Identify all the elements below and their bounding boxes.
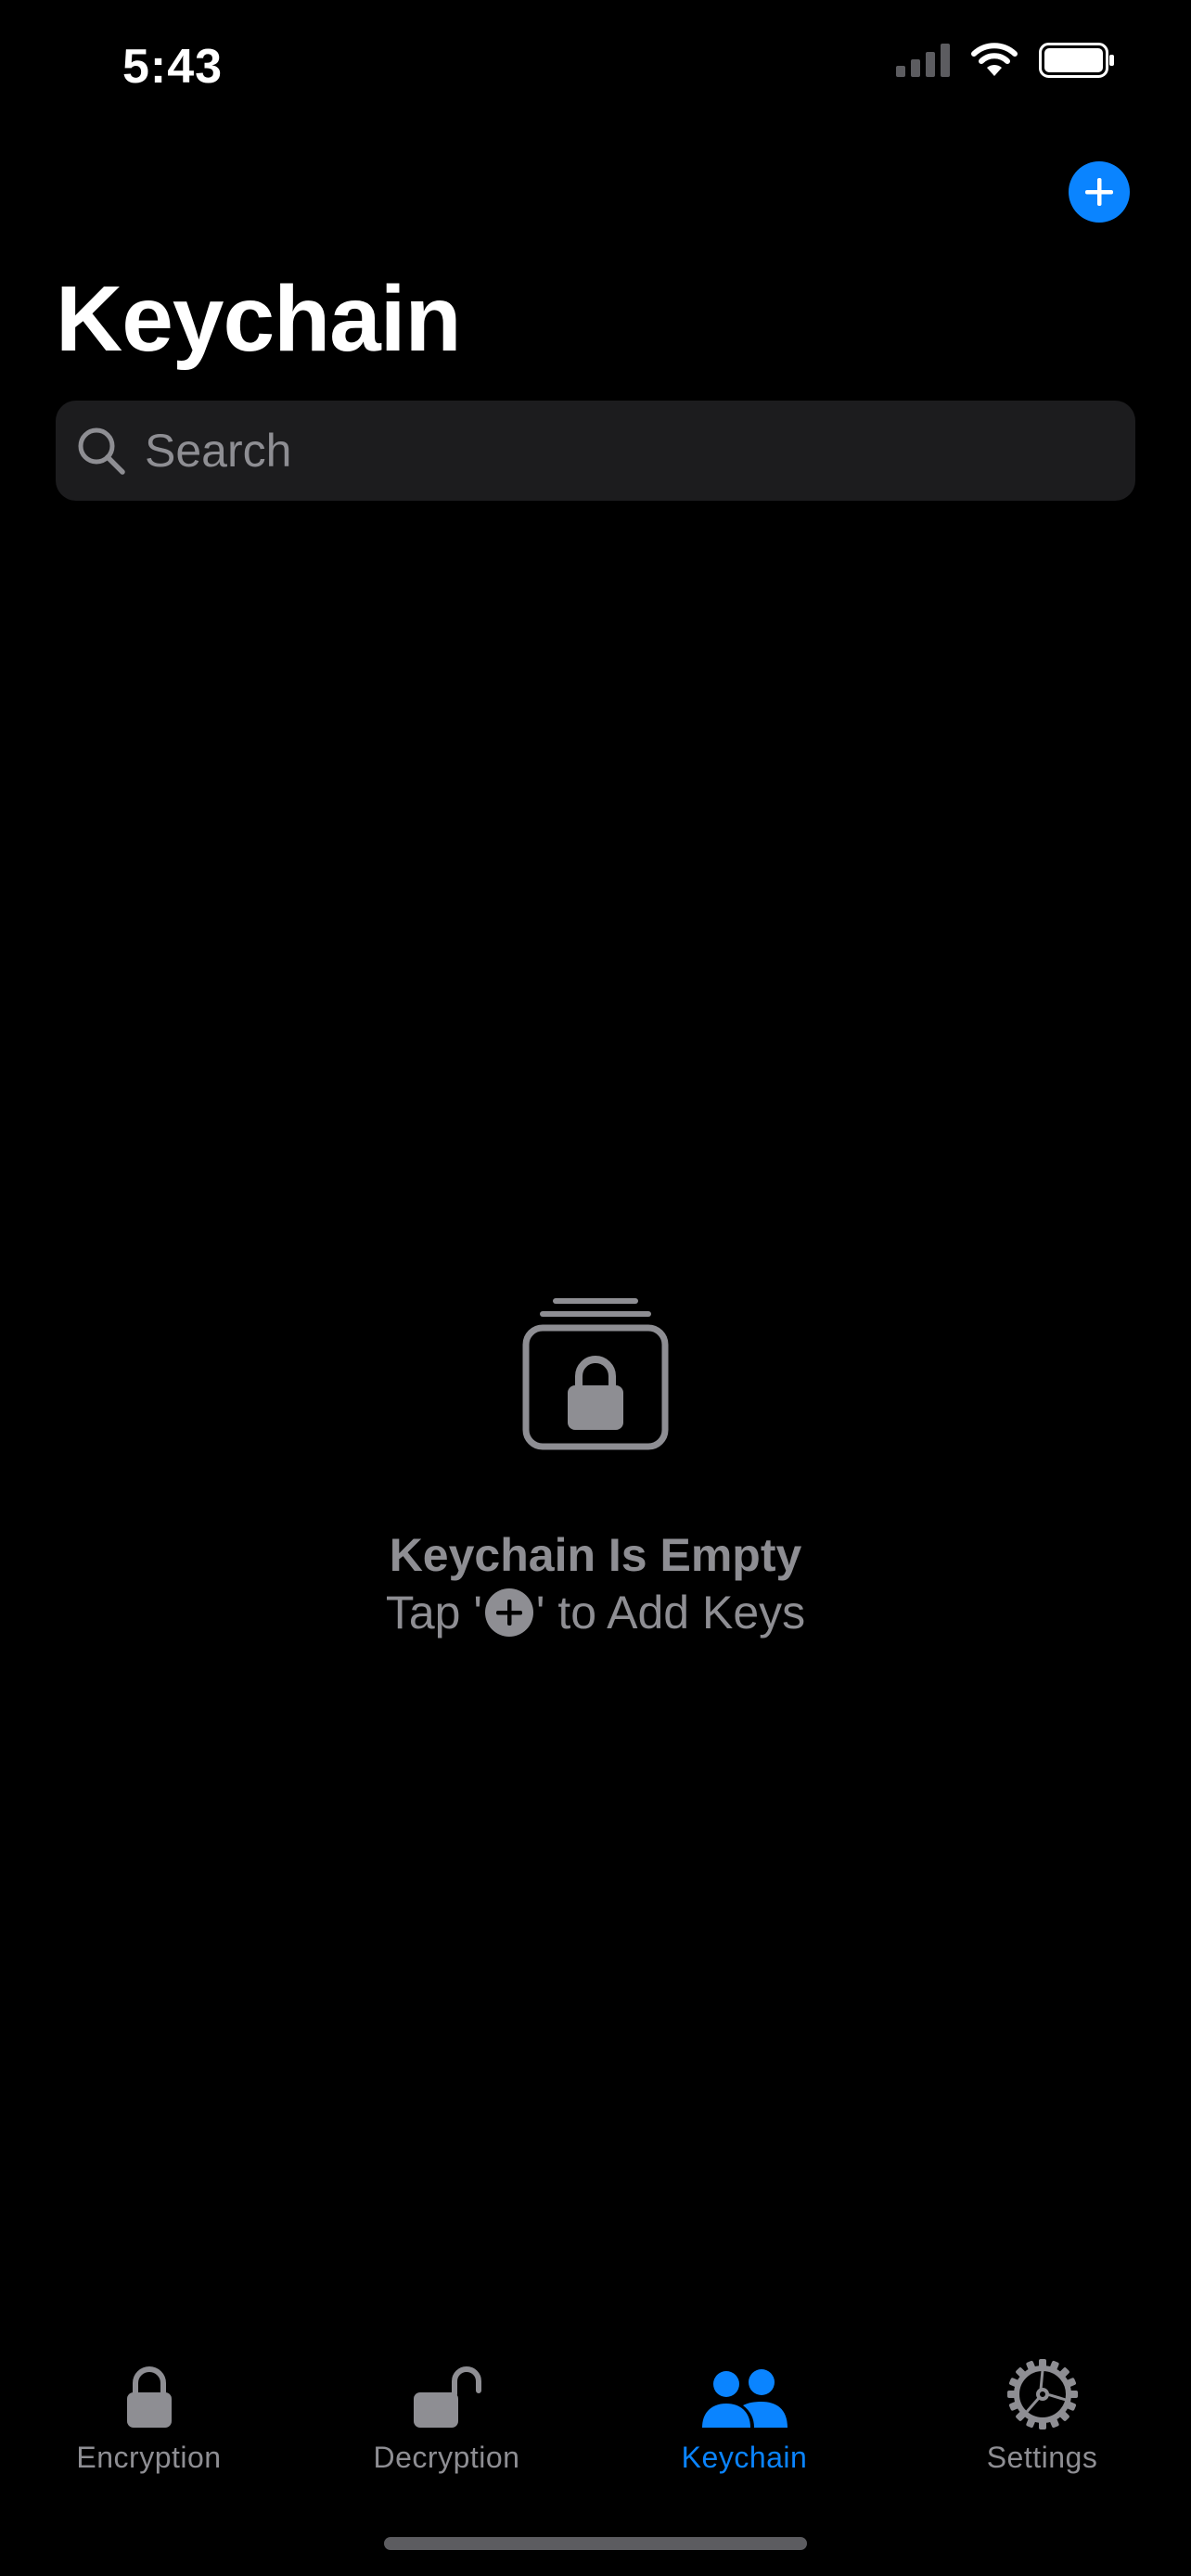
people-icon [701,2369,788,2428]
search-icon [78,427,125,475]
tab-keychain[interactable]: Keychain [596,2346,893,2494]
status-time: 5:43 [122,40,224,94]
lock-stack-icon [522,1298,669,1450]
search-input[interactable] [143,400,1135,502]
home-indicator [384,2537,807,2550]
empty-state-subtitle-prefix: Tap ' [385,1587,482,1639]
unlock-icon [413,2366,481,2428]
page-title: Keychain [56,267,462,371]
empty-state: Keychain Is Empty Tap ' ' to Add Keys [0,1298,1191,1641]
add-key-button[interactable] [1069,161,1130,223]
plus-circle-icon [1085,178,1113,206]
tab-label: Decryption [373,2441,520,2474]
search-bar[interactable] [56,400,1135,502]
empty-state-subtitle-suffix: ' to Add Keys [535,1587,806,1639]
tab-settings[interactable]: Settings [893,2346,1191,2494]
tab-label: Encryption [76,2441,222,2474]
status-icons [896,43,1115,78]
empty-state-title: Keychain Is Empty [389,1529,802,1581]
tab-label: Keychain [681,2441,808,2474]
empty-state-subtitle: Tap ' ' to Add Keys [0,1584,1191,1641]
tab-encryption[interactable]: Encryption [0,2346,298,2494]
cellular-signal-icon [896,44,950,77]
plus-circle-icon [484,1588,533,1637]
tab-decryption[interactable]: Decryption [298,2346,596,2494]
lock-icon [126,2366,172,2428]
tab-bar: Encryption Decryption Keychain Settings [0,2346,1191,2513]
gear-icon [1006,2359,1078,2429]
tab-label: Settings [986,2441,1098,2474]
wifi-icon [971,43,1018,76]
battery-icon [1039,43,1114,78]
